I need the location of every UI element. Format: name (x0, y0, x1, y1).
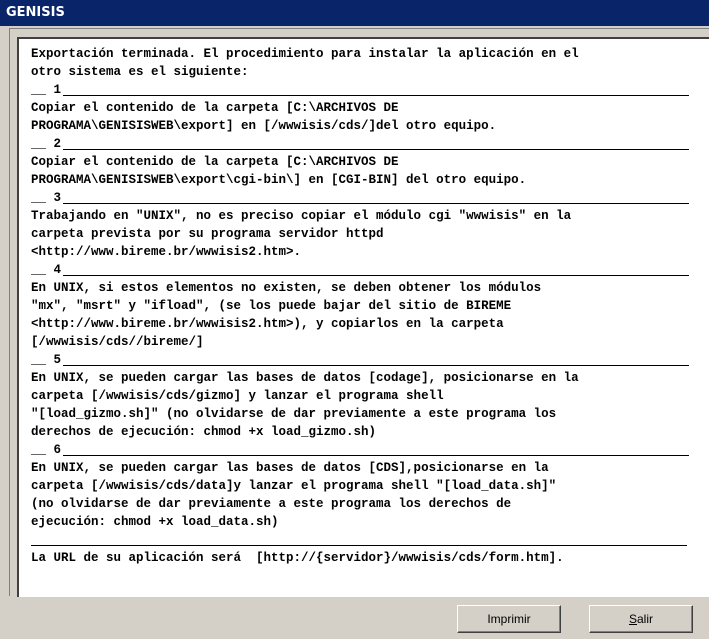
final-separator (31, 531, 709, 549)
exit-button-label: alir (637, 612, 654, 626)
step-number: __ 3 (31, 191, 62, 205)
intro-line: Exportación terminada. El procedimiento … (31, 47, 579, 61)
step-line: carpeta [/wwwisis/cds/gizmo] y lanzar el… (31, 389, 444, 403)
step-separator: __ 6 (31, 441, 709, 459)
exit-accelerator: S (628, 612, 637, 626)
separator-rule (63, 149, 690, 150)
step-number: __ 6 (31, 443, 62, 457)
step-number: __ 1 (31, 83, 62, 97)
step-line: "[load_gizmo.sh]" (no olvidarse de dar p… (31, 407, 557, 421)
step-line: Copiar el contenido de la carpeta [C:\AR… (31, 101, 399, 115)
step-line: (no olvidarse de dar previamente a este … (31, 497, 512, 511)
separator-rule (63, 365, 690, 366)
step-number: __ 5 (31, 353, 62, 367)
step-separator: __ 1 (31, 81, 709, 99)
step-line: PROGRAMA\GENISISWEB\export\cgi-bin\] en … (31, 173, 527, 187)
step-line: "mx", "msrt" y "ifload", (se los puede b… (31, 299, 512, 313)
step-line: Copiar el contenido de la carpeta [C:\AR… (31, 155, 399, 169)
step-separator: __ 2 (31, 135, 709, 153)
step-line: Trabajando en "UNIX", no es preciso copi… (31, 209, 572, 223)
step-separator: __ 3 (31, 189, 709, 207)
step-line: PROGRAMA\GENISISWEB\export] en [/wwwisis… (31, 119, 497, 133)
step-line: En UNIX, se pueden cargar las bases de d… (31, 371, 579, 385)
dialog-window: GENISIS Exportación terminada. El proced… (0, 0, 709, 639)
step-separator: __ 5 (31, 351, 709, 369)
message-text-area[interactable]: Exportación terminada. El procedimiento … (17, 37, 709, 597)
separator-rule (63, 275, 690, 276)
step-number: __ 2 (31, 137, 62, 151)
separator-rule (31, 545, 687, 546)
step-line: En UNIX, si estos elementos no existen, … (31, 281, 542, 295)
step-line: En UNIX, se pueden cargar las bases de d… (31, 461, 549, 475)
exit-button[interactable]: Salir (589, 605, 693, 633)
step-number: __ 4 (31, 263, 62, 277)
separator-rule (63, 95, 690, 96)
print-button[interactable]: Imprimir (457, 605, 561, 633)
step-line: <http://www.bireme.br/wwwisis2.htm>), y … (31, 317, 504, 331)
step-line: ejecución: chmod +x load_data.sh) (31, 515, 279, 529)
print-button-label: Imprimir (487, 612, 531, 626)
intro-line: otro sistema es el siguiente: (31, 65, 249, 79)
step-line: <http://www.bireme.br/wwwisis2.htm>. (31, 245, 302, 259)
separator-rule (63, 203, 690, 204)
title-bar: GENISIS (0, 0, 709, 26)
step-separator: __ 4 (31, 261, 709, 279)
step-line: [/wwwisis/cds//bireme/] (31, 335, 204, 349)
step-line: carpeta [/wwwisis/cds/data]y lanzar el p… (31, 479, 557, 493)
final-url-line: La URL de su aplicación será [http://{se… (31, 551, 564, 565)
step-line: carpeta prevista por su programa servido… (31, 227, 384, 241)
separator-rule (63, 455, 690, 456)
step-line: derechos de ejecución: chmod +x load_giz… (31, 425, 377, 439)
window-title: GENISIS (6, 5, 65, 20)
